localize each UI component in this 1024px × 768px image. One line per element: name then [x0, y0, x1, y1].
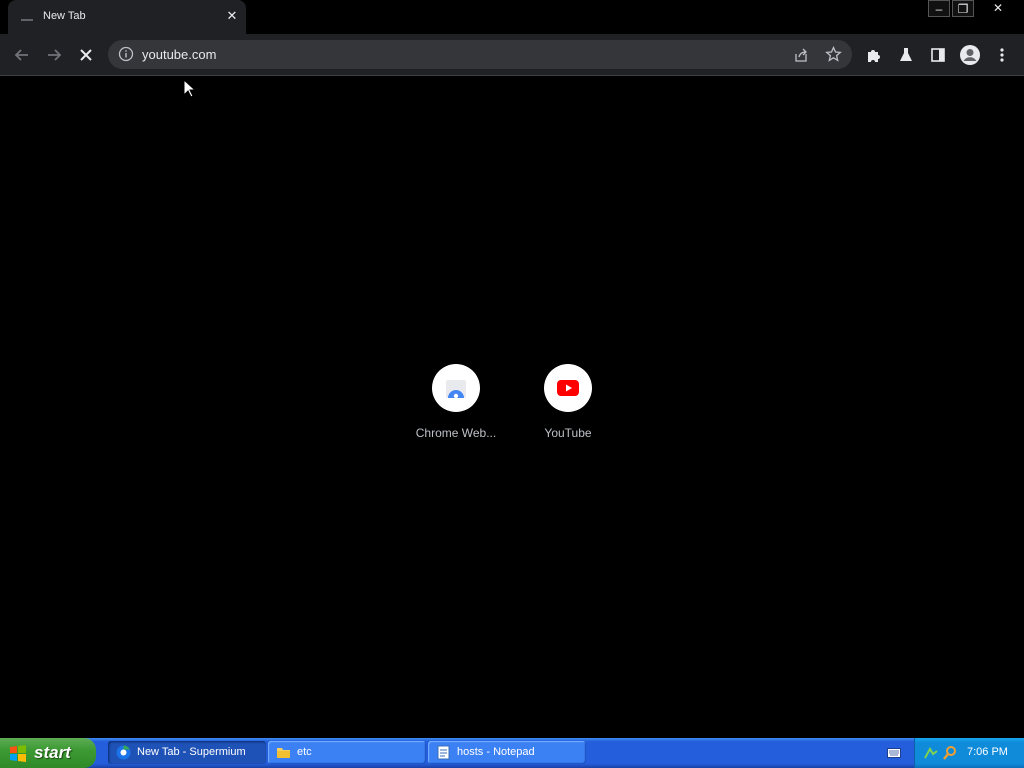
flask-icon [900, 48, 912, 61]
address-bar[interactable]: youtube.com [108, 40, 852, 69]
system-tray: 7:06 PM [914, 738, 1024, 768]
profile-button[interactable] [958, 43, 982, 67]
labs-button[interactable] [894, 43, 918, 67]
shortcut-youtube[interactable]: YouTube [518, 364, 618, 440]
stop-loading-button[interactable] [74, 43, 98, 67]
chrome-web-store-icon [446, 380, 466, 399]
kebab-menu-icon [1000, 48, 1004, 62]
forward-button[interactable] [42, 43, 66, 67]
folder-icon [277, 748, 290, 758]
tab-title: New Tab [43, 10, 86, 22]
notepad-icon [437, 745, 450, 760]
site-info-icon[interactable] [118, 46, 134, 62]
windows-flag-icon [10, 745, 26, 762]
menu-button[interactable] [990, 43, 1014, 67]
taskbar-item-notepad[interactable]: hosts - Notepad [428, 741, 586, 764]
new-tab-icon [21, 19, 33, 21]
new-tab-page: Chrome Web... YouTube [0, 76, 1024, 738]
avatar-icon [960, 45, 980, 65]
shortcut-icon-circle [544, 364, 592, 412]
start-label: start [34, 743, 71, 762]
taskbar-item-label: New Tab - Supermium [137, 746, 246, 758]
back-button[interactable] [10, 43, 34, 67]
search-icon[interactable] [942, 745, 958, 761]
forward-arrow-icon [48, 49, 62, 61]
side-panel-icon [931, 48, 945, 62]
tab-close-button[interactable]: ✕ [223, 7, 241, 25]
window-close-button[interactable]: ✕ [981, 0, 1015, 17]
supermium-browser-icon [116, 745, 131, 760]
window-restore-button[interactable]: ❐ [952, 0, 974, 17]
taskbar-item-etc[interactable]: etc [268, 741, 426, 764]
taskbar-item-supermium[interactable]: New Tab - Supermium [108, 741, 266, 764]
taskbar: start New Tab - Supermium etc hosts - No… [0, 738, 1024, 768]
network-tray-icon[interactable] [923, 745, 939, 761]
side-panel-button[interactable] [926, 43, 950, 67]
tab-new-tab[interactable]: New Tab ✕ [8, 0, 246, 34]
extensions-button[interactable] [862, 43, 886, 67]
shortcut-chrome-web-store[interactable]: Chrome Web... [406, 364, 506, 440]
keyboard-layout-icon[interactable] [887, 747, 901, 759]
close-x-icon [80, 49, 92, 61]
window-minimize-button[interactable]: – [928, 0, 950, 17]
share-icon[interactable] [793, 47, 809, 63]
tab-strip: New Tab ✕ – ❐ ✕ [0, 0, 1024, 34]
back-arrow-icon [14, 49, 28, 61]
shortcut-label: Chrome Web... [415, 426, 497, 440]
taskbar-item-label: etc [297, 746, 312, 758]
taskbar-item-label: hosts - Notepad [457, 746, 535, 758]
start-button[interactable]: start [0, 738, 96, 768]
address-bar-url[interactable]: youtube.com [142, 47, 216, 62]
shortcut-label: YouTube [544, 426, 592, 440]
browser-toolbar: youtube.com [0, 34, 1024, 76]
tray-clock[interactable]: 7:06 PM [967, 746, 1008, 758]
puzzle-piece-icon [868, 50, 880, 62]
youtube-icon [557, 380, 579, 396]
bookmark-star-icon[interactable] [825, 46, 842, 63]
shortcut-icon-circle [432, 364, 480, 412]
mouse-cursor-icon [183, 79, 197, 98]
